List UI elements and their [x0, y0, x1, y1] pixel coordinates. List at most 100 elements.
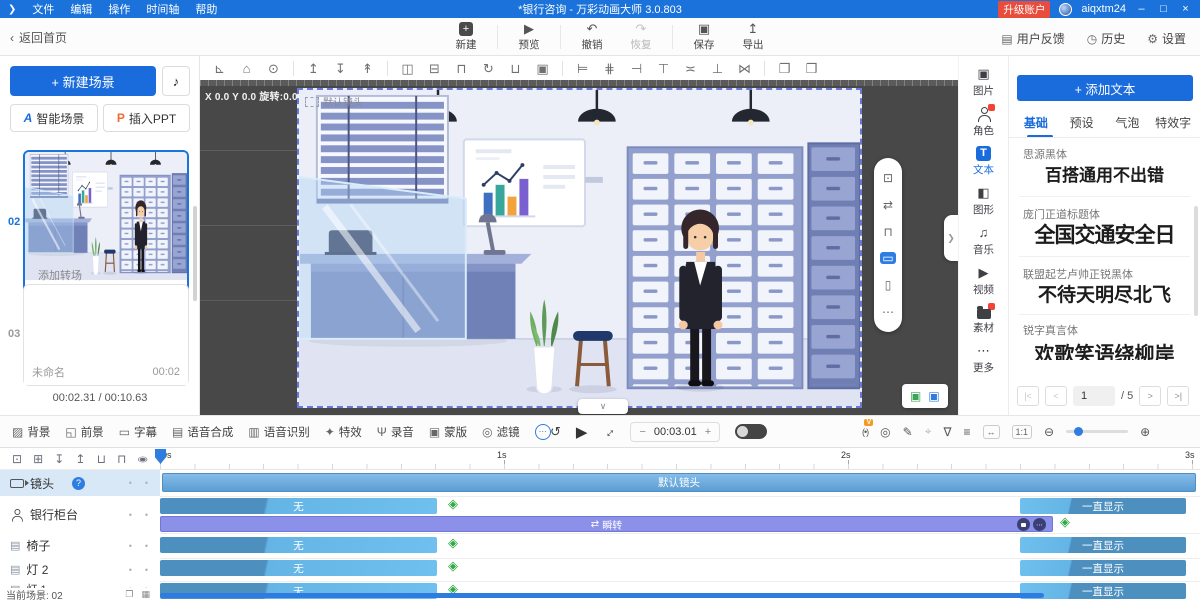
feedback-button[interactable]: ▤用户反馈 — [1001, 30, 1064, 47]
close-button[interactable]: × — [1179, 0, 1192, 18]
add-text-button[interactable]: + 添加文本 — [1017, 75, 1193, 101]
bring-to-front-icon[interactable]: ↥ — [306, 62, 321, 75]
tab-effect-text[interactable]: 特效字 — [1150, 114, 1196, 136]
tab-basic[interactable]: 基础 — [1013, 114, 1059, 136]
rail-item-material[interactable]: 素材 — [959, 305, 1008, 335]
keyframe-diamond[interactable]: ◈ — [448, 536, 458, 549]
scene-music-button[interactable]: ♪ — [162, 66, 190, 96]
menu-timeline[interactable]: 时间轴 — [146, 1, 179, 17]
keyframe-diamond[interactable]: ◈ — [448, 559, 458, 572]
canvas-collapse-pill[interactable]: ∨ — [578, 399, 628, 414]
entrance-anim-bar[interactable]: 无 — [160, 498, 437, 514]
canvas[interactable]: 默认镜头 — [297, 88, 862, 408]
back-home-button[interactable]: ‹ 返回首页 — [10, 29, 67, 46]
rail-item-more[interactable]: ⋯ 更多 — [959, 343, 1008, 375]
save-button[interactable]: ▣ 保存 — [686, 21, 722, 52]
menu-edit[interactable]: 编辑 — [70, 1, 92, 17]
home-icon[interactable]: ⌂ — [239, 62, 254, 75]
tab-preset[interactable]: 预设 — [1059, 114, 1105, 136]
edit-icon[interactable]: ✎ — [903, 425, 913, 439]
maximize-button[interactable]: □ — [1157, 0, 1170, 18]
rail-item-video[interactable]: ▶ 视频 — [959, 265, 1008, 297]
desktop-view-icon[interactable]: ▭ — [880, 252, 895, 264]
image-icon[interactable]: ▣ — [928, 389, 939, 403]
align-middle-icon[interactable]: ≍ — [683, 62, 698, 75]
lock-dot[interactable]: • — [129, 541, 132, 551]
font-sample[interactable]: 全国交通安全日 — [1009, 219, 1200, 249]
zoom-out-icon[interactable]: ⊖ — [1044, 425, 1054, 439]
send-to-back-icon[interactable]: ↧ — [333, 62, 348, 75]
prev-page-button[interactable]: < — [1045, 386, 1067, 406]
increase-time-button[interactable]: + — [705, 426, 711, 438]
tts-button[interactable]: ▤语音合成 — [172, 424, 233, 440]
timeline-zoom-slider[interactable] — [1066, 430, 1128, 433]
font-sample[interactable]: 百搭通用不出错 — [1009, 161, 1200, 186]
distribute-icon[interactable]: ⋈ — [737, 62, 752, 75]
lock-layer-icon[interactable]: ⊓ — [117, 452, 126, 466]
image-icon[interactable]: ▣ — [910, 389, 921, 403]
always-show-bar[interactable]: 一直显示 — [1020, 583, 1186, 599]
copy-icon[interactable]: ❐ — [125, 589, 133, 600]
new-button[interactable]: + 新建 — [448, 22, 484, 52]
add-transition-button[interactable]: 添加转场 — [38, 267, 82, 283]
panel-expand-tab[interactable]: ❯ — [944, 215, 958, 261]
add-to-group-icon[interactable]: ⊡ — [12, 452, 22, 466]
copy-icon[interactable]: ❐ — [777, 62, 792, 75]
last-page-button[interactable]: >| — [1167, 386, 1189, 406]
timeline-ruler[interactable]: 0s 1s 2s 3s — [160, 448, 1200, 470]
smart-scene-button[interactable]: A 智能场景 — [10, 104, 98, 132]
paste-icon[interactable]: ❒ — [804, 62, 819, 75]
play-button[interactable]: ▶ — [576, 423, 588, 441]
align-bottom-icon[interactable]: ⊥ — [710, 62, 725, 75]
entrance-anim-bar[interactable]: 无 — [160, 560, 437, 576]
rail-item-music[interactable]: ♫ 音乐 — [959, 225, 1008, 257]
visibility-dot[interactable]: • — [145, 510, 148, 520]
effects-button[interactable]: ✦特效 — [325, 424, 362, 440]
align-center-icon[interactable]: ⋕ — [602, 62, 617, 75]
timeline-horizontal-scrollbar[interactable] — [160, 593, 1044, 598]
scene-list-scrollbar[interactable] — [193, 206, 197, 301]
restart-playback-icon[interactable]: ↺ — [550, 424, 561, 440]
fit-width-button[interactable]: ↔ — [983, 425, 1000, 439]
export-button[interactable]: ↥ 导出 — [735, 21, 771, 52]
replace-icon[interactable]: ⇄ — [883, 199, 893, 211]
flip-vertical-icon[interactable]: ⊟ — [427, 62, 442, 75]
comment-chip-icon[interactable] — [1017, 518, 1030, 531]
fullscreen-icon[interactable]: ↔ — [599, 422, 619, 442]
flip-horizontal-icon[interactable]: ◫ — [400, 62, 415, 75]
rail-item-shape[interactable]: ◧ 图形 — [959, 185, 1008, 217]
menu-file[interactable]: 文件 — [32, 1, 54, 17]
time-value[interactable]: 00:03.01 — [654, 426, 697, 438]
entrance-anim-bar[interactable]: 无 — [160, 537, 437, 553]
layer-row-bank-counter[interactable]: 银行柜台 •• — [0, 496, 160, 533]
align-right-icon[interactable]: ⊣ — [629, 62, 644, 75]
settings-button[interactable]: ⚙设置 — [1147, 30, 1186, 47]
always-show-bar[interactable]: 一直显示 — [1020, 560, 1186, 576]
next-page-button[interactable]: > — [1139, 386, 1161, 406]
lock-dot[interactable]: • — [129, 565, 132, 575]
lock-icon[interactable]: ⊓ — [883, 226, 892, 238]
background-button[interactable]: ▨背景 — [12, 424, 50, 440]
align-left-icon[interactable]: ⊨ — [575, 62, 590, 75]
font-sample[interactable]: 不待天明尽北飞 — [1009, 280, 1200, 307]
zoom-in-icon[interactable]: ⊕ — [1140, 425, 1150, 439]
grid-icon[interactable]: ▦ — [141, 589, 150, 600]
hand-tool-icon[interactable]: ⌖ — [925, 424, 932, 439]
move-layer-down-icon[interactable]: ↧ — [54, 452, 64, 466]
keyframe-diamond[interactable]: ◈ — [1060, 515, 1070, 528]
page-number-input[interactable]: 1 — [1073, 386, 1115, 406]
dock-more-button[interactable]: ⋯ — [535, 424, 551, 440]
menu-help[interactable]: 帮助 — [195, 1, 217, 17]
funnel-icon[interactable]: ∇ — [943, 425, 951, 439]
camera-track-bar[interactable]: 默认镜头 — [162, 473, 1196, 492]
mask-button[interactable]: ▣蒙版 — [429, 424, 467, 440]
avatar[interactable] — [1059, 3, 1072, 16]
ruler-icon[interactable]: ⊾ — [212, 62, 227, 75]
align-top-icon[interactable]: ⊤ — [656, 62, 671, 75]
rail-item-image[interactable]: ▣ 图片 — [959, 66, 1008, 98]
first-page-button[interactable]: |< — [1017, 386, 1039, 406]
preview-button[interactable]: ▶ 预览 — [511, 21, 547, 52]
delete-icon[interactable]: ⊔ — [508, 62, 523, 75]
sliders-icon[interactable]: ≡ — [964, 425, 971, 439]
visibility-dot[interactable]: • — [145, 565, 148, 575]
